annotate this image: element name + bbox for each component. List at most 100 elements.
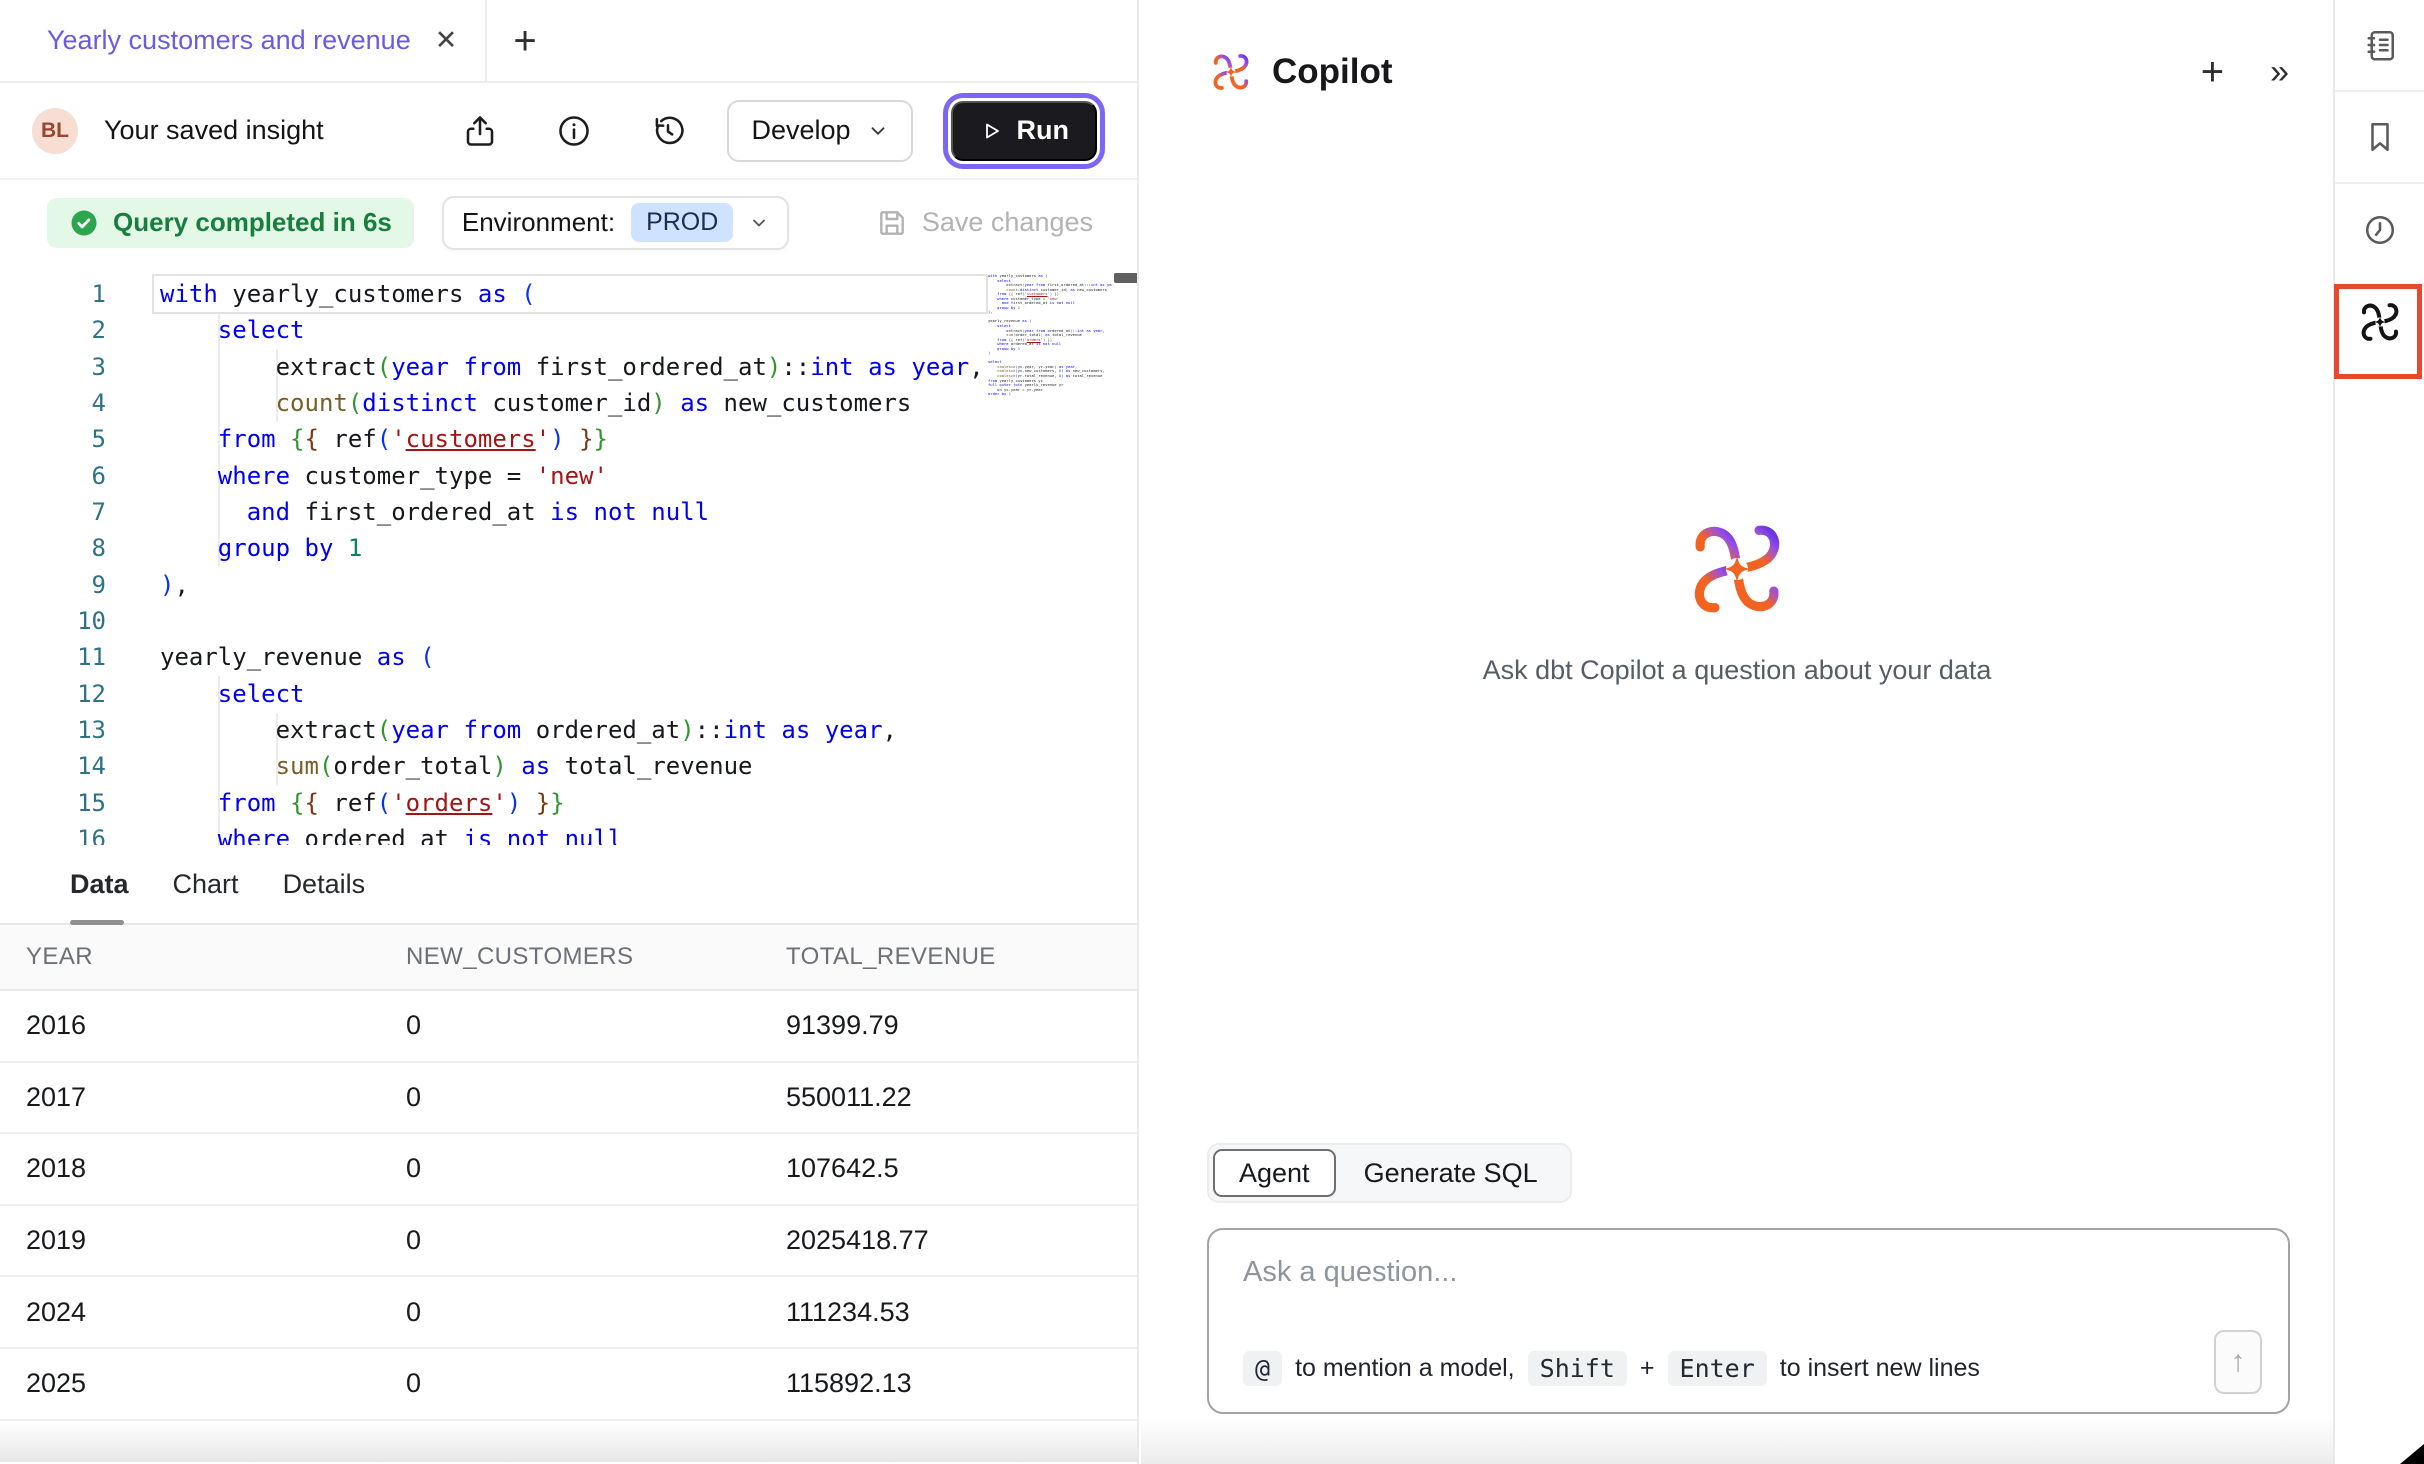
code-line[interactable]: 11yearly_revenue as ( <box>0 639 1137 675</box>
at-icon: @ <box>1243 1351 1282 1386</box>
save-changes-label: Save changes <box>922 207 1093 238</box>
notebook-icon <box>2362 27 2398 63</box>
copilot-mode-toggle: Agent Generate SQL <box>1207 1143 1572 1203</box>
code-line[interactable]: 4 count(distinct customer_id) as new_cus… <box>0 385 1137 421</box>
run-button[interactable]: Run <box>951 101 1097 161</box>
table-header: YEAR NEW_CUSTOMERS TOTAL_REVENUE <box>0 925 1137 991</box>
code-line[interactable]: 5 from {{ ref('customers') }} <box>0 421 1137 457</box>
tab-yearly-customers-and-revenue[interactable]: Yearly customers and revenue ✕ <box>0 0 487 81</box>
mode-agent-button[interactable]: Agent <box>1213 1149 1336 1197</box>
info-icon[interactable] <box>555 112 593 150</box>
insight-toolbar: BL Your saved insight <box>0 83 1137 180</box>
minimap-content: with yearly_customers as ( select extrac… <box>988 274 1112 397</box>
close-icon[interactable]: ✕ <box>435 25 458 56</box>
develop-label: Develop <box>751 115 850 146</box>
new-tab-button[interactable]: + <box>513 21 536 61</box>
table-row[interactable]: 20240111234.53 <box>0 1277 1137 1349</box>
results-footer <box>0 1421 1137 1462</box>
bookmark-icon <box>2362 119 2398 155</box>
avatar: BL <box>32 108 78 154</box>
code-line[interactable]: 6 where customer_type = 'new' <box>0 458 1137 494</box>
copilot-empty-state: Ask dbt Copilot a question about your da… <box>1141 523 2333 686</box>
copilot-panel: Copilot + » Ask dbt Copilot a question a… <box>1141 0 2333 1464</box>
hint-plus-text: + <box>1640 1354 1655 1383</box>
results-tab-bar: Data Chart Details <box>0 845 1137 925</box>
environment-selector[interactable]: Environment: PROD <box>442 196 789 250</box>
play-icon <box>979 119 1003 143</box>
copilot-title: Copilot <box>1272 52 1393 92</box>
copilot-footer <box>1141 1417 2333 1464</box>
tab-chart[interactable]: Chart <box>173 845 239 923</box>
table-row[interactable]: 20180107642.5 <box>0 1134 1137 1206</box>
bookmarks-button[interactable] <box>2335 92 2424 184</box>
download-icon[interactable] <box>1091 865 1137 903</box>
tab-details[interactable]: Details <box>283 845 366 923</box>
code-line[interactable]: 7 and first_ordered_at is not null <box>0 494 1137 530</box>
code-line[interactable]: 16 where ordered_at is not null <box>0 821 1137 845</box>
code-line[interactable]: 2 select <box>0 312 1137 348</box>
copilot-actions: + » <box>2201 52 2289 92</box>
history-icon[interactable] <box>649 112 687 150</box>
check-icon <box>69 208 99 238</box>
table-row[interactable]: 20250115892.13 <box>0 1349 1137 1421</box>
run-label: Run <box>1017 115 1069 146</box>
editor-minimap[interactable]: with yearly_customers as ( select extrac… <box>988 265 1112 845</box>
tab-data[interactable]: Data <box>70 845 129 923</box>
code-editor[interactable]: 1with yearly_customers as (2 select3 ext… <box>0 265 1137 845</box>
query-status-text: Query completed in 6s <box>113 207 392 238</box>
code-line[interactable]: 3 extract(year from first_ordered_at)::i… <box>0 349 1137 385</box>
copilot-sidebar-button[interactable] <box>2335 276 2424 368</box>
copilot-empty-text: Ask dbt Copilot a question about your da… <box>1141 655 2333 686</box>
left-pane: Yearly customers and revenue ✕ + BL Your… <box>0 0 1139 1464</box>
code-line[interactable]: 15 from {{ ref('orders') }} <box>0 785 1137 821</box>
environment-value: PROD <box>631 203 733 242</box>
code-line[interactable]: 12 select <box>0 676 1137 712</box>
code-line[interactable]: 10 <box>0 603 1137 639</box>
editor-scrollbar-thumb[interactable] <box>1114 273 1137 283</box>
send-icon[interactable]: ↑ <box>2214 1330 2262 1394</box>
table-row[interactable]: 201902025418.77 <box>0 1206 1137 1278</box>
copilot-logo-icon <box>2360 302 2400 342</box>
table-body: 2016091399.7920170550011.2220180107642.5… <box>0 991 1137 1421</box>
hint-mention-text: to mention a model, <box>1295 1354 1515 1383</box>
right-icon-strip <box>2333 0 2424 1464</box>
code-lines: 1with yearly_customers as (2 select3 ext… <box>0 276 1137 845</box>
develop-button[interactable]: Develop <box>727 100 912 162</box>
code-line[interactable]: 9), <box>0 567 1137 603</box>
share-icon[interactable] <box>461 112 499 150</box>
code-line[interactable]: 1with yearly_customers as ( <box>0 276 1137 312</box>
tab-bar: Yearly customers and revenue ✕ + <box>0 0 1137 83</box>
history-panel-button[interactable] <box>2335 184 2424 276</box>
shift-key-badge: Shift <box>1528 1351 1627 1386</box>
code-line[interactable]: 13 extract(year from ordered_at)::int as… <box>0 712 1137 748</box>
dbt-ide-window: Yearly customers and revenue ✕ + BL Your… <box>0 0 2424 1464</box>
copilot-logo-icon <box>1691 523 1783 615</box>
mode-generate-sql-button[interactable]: Generate SQL <box>1336 1149 1566 1197</box>
code-line[interactable]: 8 group by 1 <box>0 530 1137 566</box>
environment-label: Environment: <box>462 207 615 238</box>
results-panel: Data Chart Details YEAR NEW_CUSTOMERS TO… <box>0 845 1137 1421</box>
code-line[interactable]: 14 sum(order_total) as total_revenue <box>0 748 1137 784</box>
table-row[interactable]: 2016091399.79 <box>0 991 1137 1063</box>
enter-key-badge: Enter <box>1668 1351 1767 1386</box>
copilot-logo-icon <box>1212 53 1250 91</box>
copilot-question-input[interactable]: Ask a question... @ to mention a model, … <box>1207 1228 2290 1414</box>
cursor-mark <box>2400 1444 2424 1464</box>
chevron-down-icon <box>867 120 889 142</box>
copilot-header: Copilot + » <box>1141 0 2333 92</box>
table-row[interactable]: 20170550011.22 <box>0 1063 1137 1135</box>
clock-icon <box>2362 212 2398 248</box>
status-bar: Query completed in 6s Environment: PROD … <box>0 180 1137 265</box>
tab-title: Yearly customers and revenue <box>47 25 411 56</box>
lineage-button[interactable] <box>2335 0 2424 92</box>
collapse-panel-icon[interactable]: » <box>2270 55 2289 89</box>
hint-newlines-text: to insert new lines <box>1780 1354 1980 1383</box>
column-header-total-revenue: TOTAL_REVENUE <box>786 943 1137 971</box>
save-changes-button[interactable]: Save changes <box>876 207 1093 239</box>
query-status-badge: Query completed in 6s <box>47 198 414 248</box>
input-hint: @ to mention a model, Shift + Enter to i… <box>1243 1351 1980 1386</box>
new-chat-icon[interactable]: + <box>2201 52 2224 92</box>
insight-title: Your saved insight <box>104 115 324 146</box>
save-icon <box>876 207 908 239</box>
column-header-year: YEAR <box>26 943 406 971</box>
